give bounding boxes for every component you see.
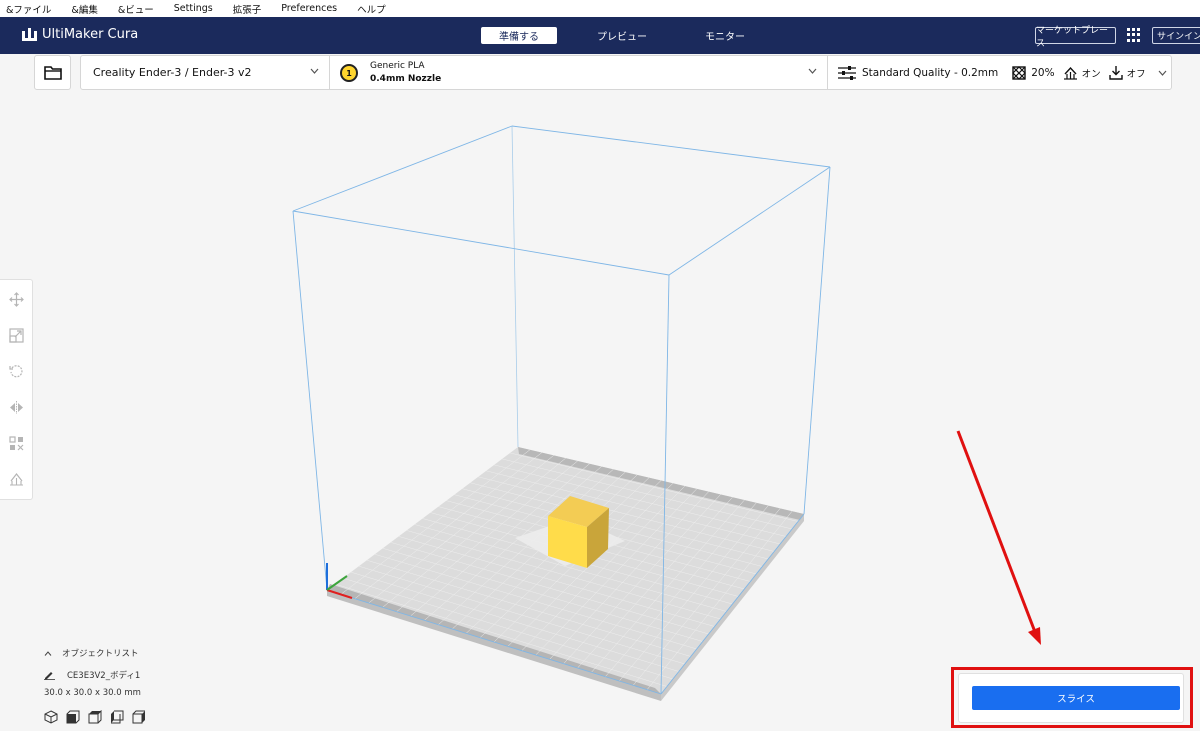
material-name: Generic PLA xyxy=(370,61,425,71)
support-value: オン xyxy=(1081,68,1101,80)
tool-rotate[interactable] xyxy=(8,363,25,380)
printer-setup-panel: Creality Ender-3 / Ender-3 v2 1 Generic … xyxy=(80,55,1172,90)
camera-view-buttons xyxy=(44,710,154,724)
object-dimensions: 30.0 x 30.0 x 30.0 mm xyxy=(44,688,141,698)
view-3d-icon[interactable] xyxy=(44,710,58,724)
folder-icon xyxy=(43,66,62,80)
material-selector[interactable]: 1 Generic PLA 0.4mm Nozzle xyxy=(330,56,828,89)
menu-bar: &ファイル &編集 &ビュー Settings 拡張子 Preferences … xyxy=(0,0,1200,17)
stage-tabs: 準備する プレビュー モニター xyxy=(481,27,785,44)
support-blocker-icon xyxy=(10,473,23,486)
open-file-button[interactable] xyxy=(34,55,71,90)
3d-viewport[interactable] xyxy=(0,0,1200,731)
print-settings-selector[interactable]: Standard Quality - 0.2mm 20% オン オフ xyxy=(828,56,1171,89)
move-icon xyxy=(9,292,24,307)
apps-grid-icon[interactable] xyxy=(1127,28,1141,42)
pencil-icon[interactable] xyxy=(44,670,55,680)
annotation-highlight-box xyxy=(951,667,1193,728)
tool-mirror[interactable] xyxy=(8,399,25,416)
marketplace-button[interactable]: マーケットプレース xyxy=(1035,26,1116,49)
app-name: UltiMaker Cura xyxy=(42,27,139,42)
printer-name: Creality Ender-3 / Ender-3 v2 xyxy=(93,66,252,79)
build-volume-back xyxy=(511,125,519,448)
tool-move[interactable] xyxy=(8,291,25,308)
tool-per-model-settings[interactable] xyxy=(8,435,25,452)
build-plate xyxy=(327,447,804,701)
ultimaker-logo-icon xyxy=(22,28,37,41)
adhesion-icon xyxy=(1108,65,1123,80)
view-top-icon[interactable] xyxy=(88,710,102,724)
signin-button[interactable]: サインイン xyxy=(1152,27,1200,44)
chevron-up-icon xyxy=(44,650,52,656)
object-list-item[interactable]: CE3E3V2_ボディ1 xyxy=(44,669,140,681)
extruder-badge: 1 xyxy=(340,64,358,82)
infill-icon xyxy=(1012,65,1027,80)
tab-monitor[interactable]: モニター xyxy=(687,27,763,44)
menu-settings[interactable]: Settings xyxy=(174,3,213,14)
menu-view[interactable]: &ビュー xyxy=(118,2,154,16)
object-list-toggle[interactable]: オブジェクトリスト xyxy=(44,647,139,659)
quality-label: Standard Quality - 0.2mm xyxy=(862,66,999,79)
rotate-icon xyxy=(9,365,23,378)
menu-help[interactable]: ヘルプ xyxy=(357,2,386,16)
mirror-icon xyxy=(10,401,23,414)
per-model-settings-icon xyxy=(9,436,24,451)
infill-value: 20% xyxy=(1031,66,1055,79)
chevron-down-icon xyxy=(1158,70,1167,76)
app-header: UltiMaker Cura 準備する プレビュー モニター マーケットプレース… xyxy=(0,17,1200,54)
sliders-icon xyxy=(838,65,856,80)
tool-support-blocker[interactable] xyxy=(8,471,25,488)
scale-icon xyxy=(9,328,24,343)
chevron-down-icon xyxy=(310,68,319,74)
support-icon xyxy=(1063,66,1077,80)
menu-preferences[interactable]: Preferences xyxy=(281,3,337,14)
object-list-label: オブジェクトリスト xyxy=(62,649,139,659)
tool-scale[interactable] xyxy=(8,327,25,344)
view-right-icon[interactable] xyxy=(132,710,146,724)
menu-edit[interactable]: &編集 xyxy=(71,2,97,16)
printer-selector[interactable]: Creality Ender-3 / Ender-3 v2 xyxy=(81,56,330,89)
view-left-icon[interactable] xyxy=(110,710,124,724)
view-front-icon[interactable] xyxy=(66,710,80,724)
chevron-down-icon xyxy=(808,68,817,74)
object-name: CE3E3V2_ボディ1 xyxy=(67,671,141,681)
app-logo: UltiMaker Cura xyxy=(22,27,138,42)
tab-prepare[interactable]: 準備する xyxy=(481,27,557,44)
annotation-arrow xyxy=(956,430,1041,645)
adhesion-value: オフ xyxy=(1126,68,1146,80)
tool-sidebar xyxy=(0,279,33,500)
nozzle-name: 0.4mm Nozzle xyxy=(370,74,442,84)
menu-file[interactable]: &ファイル xyxy=(6,2,51,16)
menu-extensions[interactable]: 拡張子 xyxy=(233,2,262,16)
tab-preview[interactable]: プレビュー xyxy=(579,27,665,44)
